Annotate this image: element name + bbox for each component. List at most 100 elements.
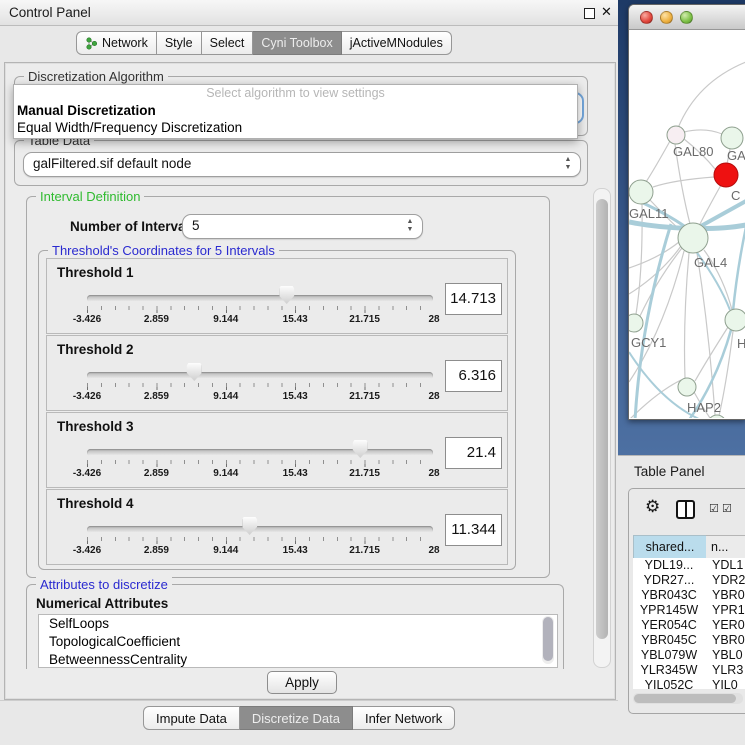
table-row[interactable]: YBR043CYBR0 — [633, 588, 745, 603]
network-node-label: GA — [727, 148, 745, 163]
apply-button[interactable]: Apply — [267, 671, 337, 694]
network-node[interactable] — [714, 163, 738, 187]
tab-style[interactable]: Style — [157, 31, 202, 55]
network-icon — [85, 37, 98, 50]
tick-label: 2.859 — [144, 391, 169, 402]
network-edge[interactable] — [678, 62, 745, 128]
number-of-intervals-combobox[interactable]: 5 ▲▼ — [182, 214, 423, 239]
tab-network[interactable]: Network — [76, 31, 157, 55]
list-item-topologicalcoefficient[interactable]: TopologicalCoefficient — [39, 633, 557, 651]
threshold-4-slider-track[interactable] — [87, 526, 433, 533]
float-window-icon[interactable] — [584, 8, 595, 19]
tab-impute-data[interactable]: Impute Data — [143, 706, 240, 730]
slider-minor-ticks — [87, 306, 434, 310]
zoom-traffic-light-icon[interactable] — [680, 11, 693, 24]
table-row[interactable]: YPR145WYPR1 — [633, 603, 745, 618]
gear-icon[interactable]: ⚙ — [645, 497, 660, 517]
dropdown-option-equal-width-frequency[interactable]: Equal Width/Frequency Discretization — [14, 119, 577, 136]
split-columns-icon[interactable] — [676, 500, 695, 519]
tab-discretize-data[interactable]: Discretize Data — [240, 706, 353, 730]
attributes-list-scrollbar-thumb[interactable] — [543, 617, 553, 661]
column-header-name[interactable]: n... — [706, 535, 745, 559]
table-horizontal-scrollbar-thumb[interactable] — [634, 694, 736, 703]
combo-stepper-icon[interactable]: ▲▼ — [562, 156, 574, 172]
table-row[interactable]: YDL19...YDL1 — [633, 558, 745, 573]
network-node-label: C — [731, 188, 740, 203]
list-item-betweennesscentrality[interactable]: BetweennessCentrality — [39, 651, 557, 668]
network-node[interactable] — [629, 180, 653, 204]
network-edge[interactable] — [629, 242, 679, 268]
close-traffic-light-icon[interactable] — [640, 11, 653, 24]
threshold-4-panel: Threshold 4 -3.426 2.859 9.144 15.43 21.… — [46, 489, 508, 565]
network-edge[interactable] — [685, 253, 690, 378]
close-icon[interactable]: ✕ — [601, 4, 612, 20]
table-row[interactable]: YER054CYER0 — [633, 618, 745, 633]
minimize-traffic-light-icon[interactable] — [660, 11, 673, 24]
cell-name: YER0 — [705, 618, 745, 633]
network-node[interactable] — [667, 126, 685, 144]
network-node[interactable] — [678, 378, 696, 396]
checkbox-checked-icon[interactable]: ☑ — [709, 502, 719, 515]
tab-style-label: Style — [165, 32, 193, 55]
slider-minor-ticks — [87, 460, 434, 464]
tab-cyni-toolbox-label: Cyni Toolbox — [261, 32, 332, 55]
network-node[interactable] — [629, 314, 643, 332]
threshold-1-value-box[interactable]: 14.713 — [445, 283, 502, 315]
threshold-2-slider-track[interactable] — [87, 372, 433, 379]
tab-cyni-toolbox[interactable]: Cyni Toolbox — [253, 31, 341, 55]
threshold-1-slider-track[interactable] — [87, 295, 433, 302]
network-edge[interactable] — [684, 130, 722, 134]
network-canvas[interactable]: GAL80GACGAL11GAL4GCY1HHAP2 — [629, 30, 745, 418]
app-root: Control Panel ✕ Network Style Select Cyn… — [0, 0, 745, 745]
bottom-divider — [0, 700, 618, 701]
threshold-2-value-box[interactable]: 6.316 — [445, 360, 502, 392]
table-row[interactable]: YBL079WYBL0 — [633, 648, 745, 663]
network-node[interactable] — [708, 415, 726, 418]
network-node-label: HAP2 — [687, 400, 721, 415]
tick-label: 2.859 — [144, 545, 169, 556]
numerical-attributes-list[interactable]: SelfLoops TopologicalCoefficient Between… — [38, 614, 558, 668]
threshold-3-value-box[interactable]: 21.4 — [445, 437, 502, 469]
settings-vertical-scrollbar[interactable] — [593, 188, 611, 668]
attributes-list-scrollbar[interactable] — [542, 616, 554, 664]
tab-infer-network[interactable]: Infer Network — [353, 706, 455, 730]
tab-discretize-data-label: Discretize Data — [252, 707, 340, 730]
network-node[interactable] — [678, 223, 708, 253]
table-data-combobox[interactable]: galFiltered.sif default node ▲▼ — [23, 152, 581, 177]
table-horizontal-scrollbar[interactable] — [633, 693, 743, 704]
tick-label: 28 — [428, 314, 439, 325]
dropdown-option-manual-discretization[interactable]: Manual Discretization — [14, 102, 577, 119]
table-row[interactable]: YIL052CYIL0 — [633, 678, 745, 689]
settings-scrollbar-thumb[interactable] — [596, 199, 608, 639]
control-panel-title: Control Panel — [9, 5, 91, 20]
cell-name: YPR1 — [705, 603, 745, 618]
network-edge[interactable] — [733, 227, 745, 311]
tab-jactivemnodules[interactable]: jActiveMNodules — [342, 31, 452, 55]
table-row[interactable]: YLR345WYLR3 — [633, 663, 745, 678]
network-edge[interactable] — [646, 141, 670, 182]
tick-label: -3.426 — [73, 314, 101, 325]
cell-name: YBR0 — [705, 633, 745, 648]
network-node-label: GCY1 — [631, 335, 666, 350]
checkbox-checked-icon[interactable]: ☑ — [722, 502, 732, 515]
list-item-selfloops[interactable]: SelfLoops — [39, 615, 557, 633]
tab-select[interactable]: Select — [202, 31, 254, 55]
combo-stepper-icon[interactable]: ▲▼ — [404, 218, 416, 234]
tab-select-label: Select — [210, 32, 245, 55]
network-edge[interactable] — [653, 177, 714, 187]
slider-tick-labels: -3.426 2.859 9.144 15.43 21.715 28 — [87, 314, 434, 326]
algorithm-dropdown-popup: Select algorithm to view settings Manual… — [13, 84, 578, 139]
network-window-titlebar[interactable] — [629, 5, 745, 30]
tick-label: 2.859 — [144, 468, 169, 479]
threshold-4-value-box[interactable]: 11.344 — [445, 514, 502, 546]
network-node[interactable] — [721, 127, 743, 149]
table-panel-title: Table Panel — [634, 464, 705, 479]
table-row[interactable]: YDR27...YDR2 — [633, 573, 745, 588]
threshold-2-label: Threshold 2 — [57, 342, 134, 357]
table-row[interactable]: YBR045CYBR0 — [633, 633, 745, 648]
column-header-shared-name[interactable]: shared... — [633, 535, 707, 559]
number-of-intervals-label: Number of Intervals — [70, 219, 197, 234]
network-node[interactable] — [725, 309, 745, 331]
tick-label: -3.426 — [73, 468, 101, 479]
threshold-3-slider-track[interactable] — [87, 449, 433, 456]
